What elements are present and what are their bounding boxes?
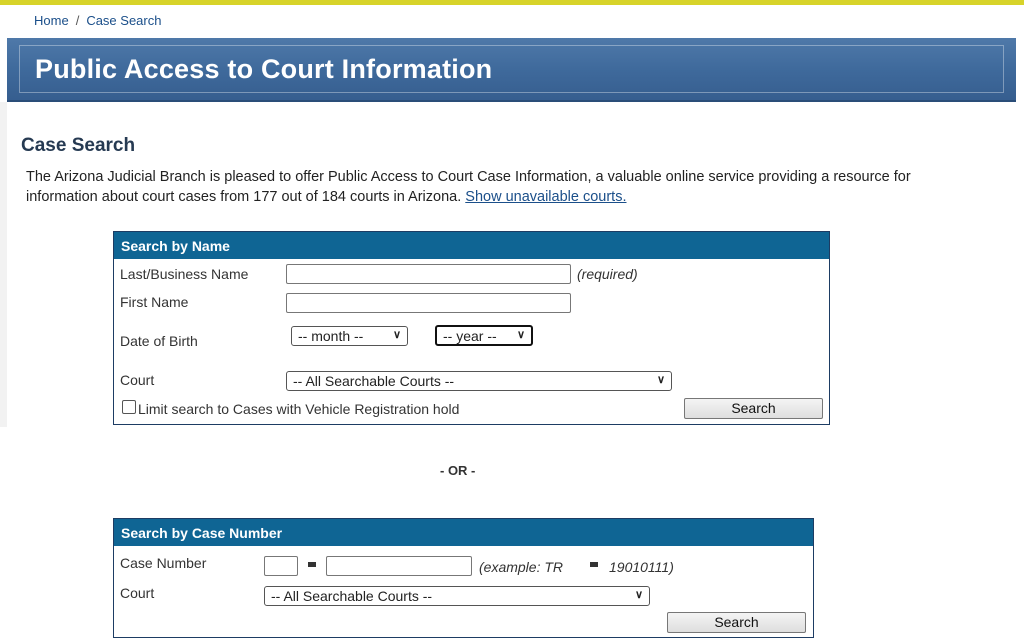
chevron-down-icon: ∨ — [392, 329, 401, 341]
case-example-prefix: (example: TR — [479, 559, 564, 575]
case-search-button[interactable]: Search — [667, 612, 806, 633]
chevron-down-icon: ∨ — [634, 589, 643, 601]
last-name-input[interactable] — [286, 264, 571, 284]
accent-bar — [0, 0, 1024, 5]
chevron-down-icon: ∨ — [656, 374, 665, 386]
case-number-input[interactable] — [326, 556, 472, 576]
dob-month-select[interactable]: -- month -- ∨ — [291, 326, 408, 346]
case-number-label: Case Number — [120, 555, 207, 571]
dob-label: Date of Birth — [120, 333, 198, 349]
dob-year-value: -- year -- — [443, 328, 497, 344]
breadcrumb: Home / Case Search — [34, 13, 161, 28]
example-dash — [590, 562, 598, 567]
case-court-label: Court — [120, 585, 155, 601]
page-title: Public Access to Court Information — [35, 54, 493, 84]
vehicle-registration-label: Limit search to Cases with Vehicle Regis… — [138, 401, 460, 417]
case-prefix-input[interactable] — [264, 556, 298, 576]
first-name-input[interactable] — [286, 293, 571, 313]
last-name-label: Last/Business Name — [120, 266, 249, 282]
show-unavailable-courts-link[interactable]: Show unavailable courts. — [465, 189, 626, 205]
court-select-value: -- All Searchable Courts -- — [293, 373, 455, 389]
left-edge-shade — [0, 102, 7, 427]
case-number-dash — [308, 562, 316, 567]
or-divider: - OR - — [440, 463, 476, 478]
section-title: Case Search — [21, 135, 136, 156]
breadcrumb-separator: / — [75, 13, 80, 28]
first-name-label: First Name — [120, 294, 189, 310]
required-hint: (required) — [577, 266, 638, 282]
court-select[interactable]: -- All Searchable Courts -- ∨ — [286, 371, 672, 391]
search-by-case-panel: Search by Case Number Case Number (examp… — [113, 518, 814, 638]
dob-month-value: -- month -- — [298, 328, 364, 344]
breadcrumb-current-link[interactable]: Case Search — [86, 13, 161, 28]
case-example-suffix: 19010111) — [609, 559, 674, 575]
intro-text: The Arizona Judicial Branch is pleased t… — [26, 167, 986, 207]
vehicle-registration-checkbox[interactable] — [122, 400, 136, 414]
search-by-name-header: Search by Name — [114, 232, 829, 259]
page-banner: Public Access to Court Information — [7, 38, 1016, 102]
search-by-name-panel: Search by Name Last/Business Name (requi… — [113, 231, 830, 425]
dob-year-select[interactable]: -- year -- ∨ — [435, 325, 533, 346]
court-label: Court — [120, 372, 155, 388]
case-court-select-value: -- All Searchable Courts -- — [271, 588, 433, 604]
search-by-case-header: Search by Case Number — [114, 519, 813, 546]
name-search-button[interactable]: Search — [684, 398, 823, 419]
case-court-select[interactable]: -- All Searchable Courts -- ∨ — [264, 586, 650, 606]
chevron-down-icon: ∨ — [516, 329, 525, 341]
breadcrumb-home-link[interactable]: Home — [34, 13, 69, 28]
